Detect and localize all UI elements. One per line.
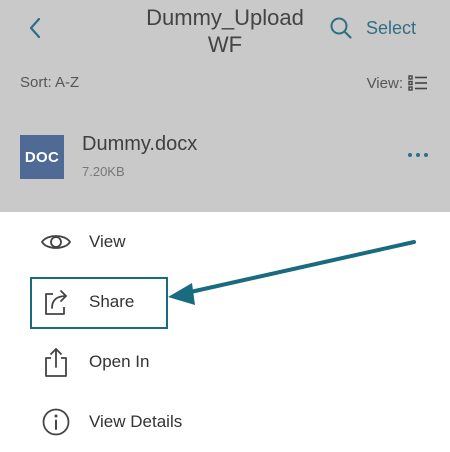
doc-file-icon: DOC (20, 135, 64, 179)
file-size: 7.20KB (82, 164, 125, 179)
page-title: Dummy_Upload WF (146, 5, 304, 57)
dimmed-header-area: Dummy_Upload WF Select Sort: A-Z View: D… (0, 0, 450, 212)
view-mode-toggle[interactable]: View: (367, 72, 428, 94)
file-name[interactable]: Dummy.docx (82, 131, 197, 157)
menu-item-label: View (89, 232, 126, 251)
info-icon (42, 408, 70, 436)
menu-item-label: Open In (89, 352, 150, 371)
menu-item-view[interactable]: View (0, 212, 450, 272)
search-icon[interactable] (328, 15, 354, 41)
annotation-highlight-box (30, 277, 168, 329)
eye-icon (40, 235, 72, 249)
menu-item-view-details[interactable]: View Details (0, 392, 450, 452)
select-button[interactable]: Select (366, 16, 416, 40)
view-label: View: (366, 74, 403, 92)
menu-item-label: View Details (89, 412, 183, 431)
sort-selector[interactable]: Sort: A-Z (20, 73, 79, 93)
upload-icon (45, 348, 67, 377)
menu-item-open-in[interactable]: Open In (0, 332, 450, 392)
more-horizontal-icon[interactable] (406, 148, 430, 162)
list-view-icon[interactable] (408, 74, 428, 92)
chevron-left-icon[interactable] (24, 14, 48, 42)
